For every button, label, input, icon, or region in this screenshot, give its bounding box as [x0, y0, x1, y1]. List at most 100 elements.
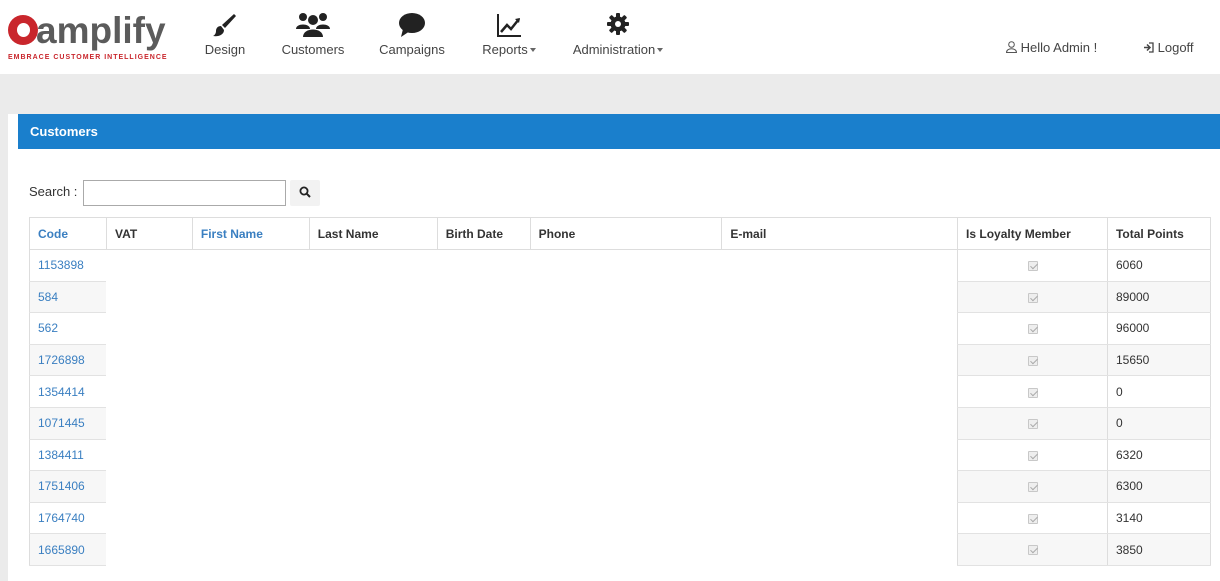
logo-tagline: EMBRACE CUSTOMER INTELLIGENCE [8, 54, 168, 61]
search-icon [299, 186, 311, 198]
customer-code-link[interactable]: 1354414 [29, 375, 107, 408]
customer-code-link[interactable]: 562 [29, 312, 107, 345]
checkbox-checked-icon [1027, 292, 1038, 303]
nav-administration[interactable]: Administration [566, 12, 670, 64]
table-row[interactable]: 562 96000 [29, 312, 1212, 345]
column-vat[interactable]: VAT [105, 217, 193, 250]
nav-reports[interactable]: Reports [478, 12, 540, 64]
user-icon [1005, 41, 1018, 53]
table-row[interactable]: 1751406 6300 [29, 470, 1212, 503]
search-button[interactable] [290, 180, 320, 206]
total-points-cell: 3140 [1106, 501, 1212, 535]
loyalty-member-cell [957, 375, 1108, 408]
column-birth-date[interactable]: Birth Date [436, 217, 531, 250]
column-code[interactable]: Code [29, 217, 107, 250]
customer-code-link[interactable]: 1751406 [29, 470, 107, 503]
customer-code-link[interactable]: 1764740 [29, 501, 107, 535]
total-points-cell: 6060 [1106, 249, 1212, 282]
nav-customers[interactable]: Customers [276, 12, 350, 64]
column-phone[interactable]: Phone [529, 217, 723, 250]
brush-icon [200, 12, 250, 38]
table-header-row: Code VAT First Name Last Name Birth Date… [29, 217, 1212, 250]
left-edge [0, 114, 8, 581]
checkbox-checked-icon [1027, 324, 1038, 335]
customer-code-link[interactable]: 584 [29, 280, 107, 314]
checkbox-checked-icon [1027, 450, 1038, 461]
search-label: Search : [29, 184, 78, 199]
users-icon [276, 12, 350, 38]
top-navbar: amplify EMBRACE CUSTOMER INTELLIGENCE De… [0, 0, 1220, 74]
column-email[interactable]: E-mail [721, 217, 959, 250]
panel-title: Customers [18, 114, 1220, 149]
customer-code-link[interactable]: 1726898 [29, 343, 107, 377]
customer-code-link[interactable]: 1153898 [29, 249, 107, 282]
nav-reports-label: Reports [478, 42, 540, 57]
table-row[interactable]: 1071445 0 [29, 406, 1212, 440]
checkbox-checked-icon [1027, 355, 1038, 366]
total-points-cell: 0 [1106, 375, 1212, 408]
loyalty-member-cell [957, 343, 1108, 377]
loyalty-member-cell [957, 501, 1108, 535]
loyalty-member-cell [957, 312, 1108, 345]
search-input[interactable] [83, 180, 286, 206]
column-first-name[interactable]: First Name [191, 217, 310, 250]
user-greeting[interactable]: Hello Admin ! [1005, 40, 1098, 55]
total-points-cell: 6300 [1106, 470, 1212, 503]
checkbox-checked-icon [1027, 387, 1038, 398]
logoff-link[interactable]: Logoff [1143, 40, 1194, 55]
loyalty-member-cell [957, 470, 1108, 503]
table-row[interactable]: 1665890 3850 [29, 533, 1212, 566]
nav-administration-label: Administration [566, 42, 670, 57]
customer-code-link[interactable]: 1665890 [29, 533, 107, 566]
redacted-customer-details [106, 502, 958, 534]
total-points-cell: 0 [1106, 406, 1212, 440]
table-row[interactable]: 1726898 15650 [29, 343, 1212, 377]
table-row[interactable]: 1354414 0 [29, 375, 1212, 408]
checkbox-checked-icon [1027, 261, 1038, 272]
checkbox-checked-icon [1027, 482, 1038, 493]
column-loyalty-member[interactable]: Is Loyalty Member [957, 217, 1108, 250]
checkbox-checked-icon [1027, 419, 1038, 430]
loyalty-member-cell [957, 249, 1108, 282]
greeting-text: Hello Admin ! [1020, 40, 1098, 55]
nav-campaigns[interactable]: Campaigns [374, 12, 450, 64]
nav-customers-label: Customers [281, 42, 345, 57]
redacted-customer-details [106, 249, 958, 282]
redacted-customer-details [106, 375, 958, 408]
table-row[interactable]: 584 89000 [29, 280, 1212, 314]
redacted-customer-details [106, 344, 958, 376]
redacted-customer-details [106, 439, 958, 471]
nav-design[interactable]: Design [200, 12, 250, 64]
checkbox-checked-icon [1027, 513, 1038, 524]
checkbox-checked-icon [1027, 545, 1038, 556]
nav-design-label: Design [204, 42, 246, 57]
line-chart-icon [478, 12, 540, 38]
table-row[interactable]: 1384411 6320 [29, 438, 1212, 472]
amplify-logo[interactable]: amplify EMBRACE CUSTOMER INTELLIGENCE [8, 10, 188, 66]
redacted-customer-details [106, 312, 958, 345]
sub-header-bar [0, 74, 1220, 114]
table-row[interactable]: 1764740 3140 [29, 501, 1212, 535]
loyalty-member-cell [957, 533, 1108, 566]
chevron-down-icon [657, 48, 664, 52]
redacted-customer-details [106, 407, 958, 440]
gear-icon [566, 12, 670, 38]
chevron-down-icon [529, 48, 536, 52]
nav-campaigns-label: Campaigns [379, 42, 445, 57]
column-total-points[interactable]: Total Points [1106, 217, 1212, 250]
total-points-cell: 89000 [1106, 280, 1212, 314]
sign-out-icon [1144, 42, 1154, 53]
logo-wordmark: amplify [36, 10, 166, 51]
total-points-cell: 6320 [1106, 438, 1212, 472]
logoff-text: Logoff [1157, 40, 1194, 55]
redacted-customer-details [106, 470, 958, 503]
redacted-customer-details [106, 281, 958, 313]
speech-bubble-icon [374, 12, 450, 38]
table-row[interactable]: 1153898 6060 [29, 249, 1212, 282]
customer-code-link[interactable]: 1071445 [29, 406, 107, 440]
total-points-cell: 96000 [1106, 312, 1212, 345]
customers-table: Code VAT First Name Last Name Birth Date… [29, 217, 1212, 566]
customer-code-link[interactable]: 1384411 [29, 438, 107, 472]
column-last-name[interactable]: Last Name [308, 217, 438, 250]
total-points-cell: 3850 [1106, 533, 1212, 566]
